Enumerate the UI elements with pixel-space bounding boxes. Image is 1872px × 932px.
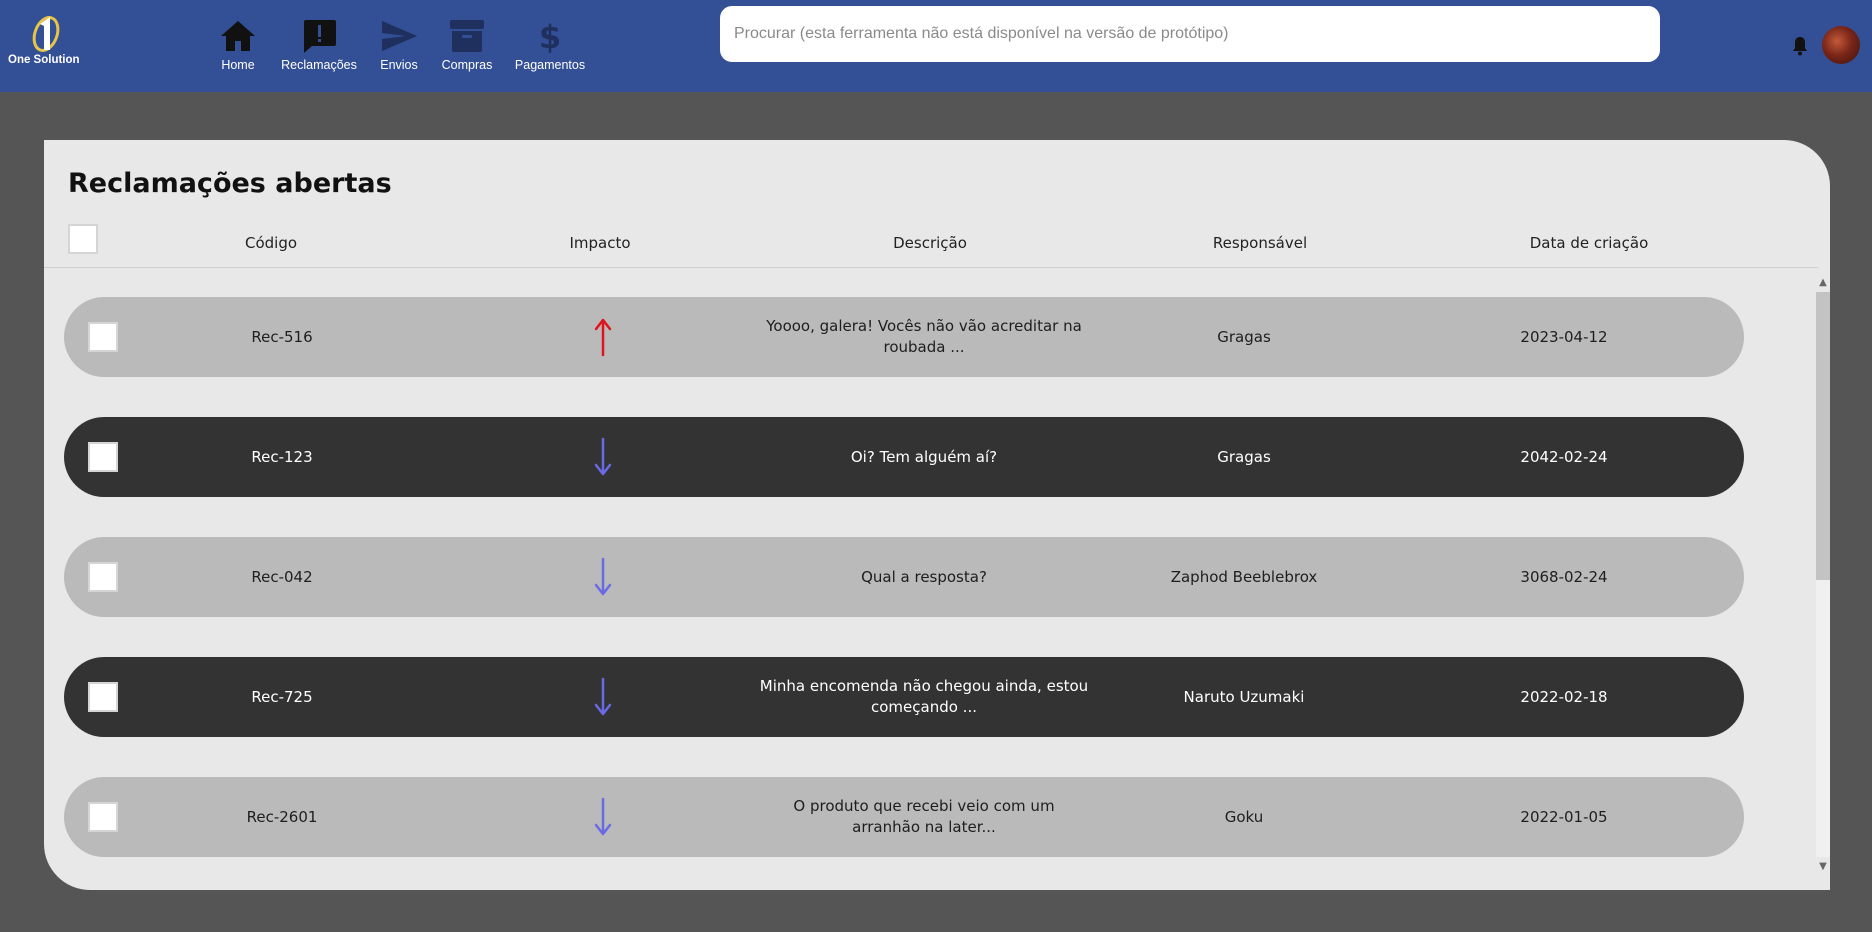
nav-label-home: Home [221,58,255,72]
row-code: Rec-042 [251,567,313,586]
nav-label-pagamentos: Pagamentos [514,58,586,72]
row-checkbox[interactable] [88,802,118,832]
table-row[interactable]: Rec-042 Qual a resposta? Zaphod Beeblebr… [64,537,1744,617]
notification-bell-icon[interactable] [1790,34,1810,56]
top-navigation-bar: One Solution Home Reclamações Envios Com… [0,0,1872,92]
row-owner: Gragas [1217,327,1271,346]
impact-arrow-icon [594,677,612,716]
complaint-icon [304,20,336,53]
table-row[interactable]: Rec-2601 O produto que recebi veio com u… [64,777,1744,857]
nav-item-home[interactable]: Home [219,18,257,76]
row-date: 2022-01-05 [1520,807,1608,826]
row-checkbox[interactable] [88,322,118,352]
table-row[interactable]: Rec-516 Yoooo, galera! Vocês não vão acr… [64,297,1744,377]
nav-label-envios: Envios [380,58,418,72]
row-code: Rec-123 [251,447,313,466]
row-description: Minha encomenda não chegou ainda, estou … [759,677,1089,716]
row-description: Oi? Tem alguém aí? [850,447,998,466]
table-header: Código Impacto Descrição Responsável Dat… [44,224,1818,268]
page-title: Reclamações abertas [68,168,392,199]
column-header-responsavel[interactable]: Responsável [1213,234,1307,252]
search-input[interactable] [720,6,1660,62]
nav-label-reclamacoes: Reclamações [281,58,357,72]
row-code: Rec-725 [251,687,313,706]
impact-arrow-icon [594,318,612,357]
nav-item-compras[interactable]: Compras [441,18,493,76]
brand-name: One Solution [8,54,80,66]
complaints-panel: Reclamações abertas Código Impacto Descr… [44,140,1830,890]
row-code: Rec-2601 [246,807,318,826]
nav-label-compras: Compras [441,58,493,72]
scroll-down-arrow-icon[interactable]: ▼ [1816,860,1830,874]
impact-arrow-icon [594,557,612,596]
table-row[interactable]: Rec-725 Minha encomenda não chegou ainda… [64,657,1744,737]
column-header-descricao[interactable]: Descrição [893,234,967,252]
row-description: Yoooo, galera! Vocês não vão acreditar n… [766,317,1082,356]
archive-icon [450,20,484,52]
impact-arrow-icon [594,437,612,476]
dollar-icon: $ [539,18,561,54]
row-date: 2022-02-18 [1520,687,1608,706]
column-header-codigo[interactable]: Código [245,234,297,252]
nav-item-reclamacoes[interactable]: Reclamações [281,18,357,76]
row-owner: Zaphod Beeblebrox [1170,567,1318,586]
svg-text:$: $ [539,18,561,54]
row-description: O produto que recebi veio com um arranhã… [793,797,1055,836]
scroll-up-arrow-icon[interactable]: ▲ [1816,276,1830,290]
nav-item-pagamentos[interactable]: $ Pagamentos [515,18,585,76]
select-all-checkbox[interactable] [68,224,98,254]
table-row[interactable]: Rec-123 Oi? Tem alguém aí? Gragas 2042-0… [64,417,1744,497]
row-code: Rec-516 [251,327,313,346]
send-icon [382,21,417,51]
row-checkbox[interactable] [88,442,118,472]
row-date: 2042-02-24 [1520,447,1608,466]
row-date: 3068-02-24 [1520,567,1608,586]
scroll-thumb[interactable] [1816,292,1830,580]
user-avatar[interactable] [1822,26,1860,64]
one-solution-logo-icon [32,16,60,52]
row-description: Qual a resposta? [861,567,987,586]
nav-item-envios[interactable]: Envios [380,18,418,76]
list-scrollbar[interactable]: ▲ ▼ [1812,274,1830,874]
row-checkbox[interactable] [88,682,118,712]
row-date: 2023-04-12 [1520,327,1608,346]
brand-logo[interactable]: One Solution [8,12,80,72]
column-header-impacto[interactable]: Impacto [569,234,630,252]
complaints-list: Rec-516 Yoooo, galera! Vocês não vão acr… [44,270,1818,890]
row-checkbox[interactable] [88,562,118,592]
impact-arrow-icon [594,797,612,836]
row-owner: Naruto Uzumaki [1183,687,1305,706]
row-owner: Goku [1224,807,1264,826]
row-owner: Gragas [1217,447,1271,466]
home-icon [221,21,255,51]
column-header-data-criacao[interactable]: Data de criação [1530,234,1649,252]
